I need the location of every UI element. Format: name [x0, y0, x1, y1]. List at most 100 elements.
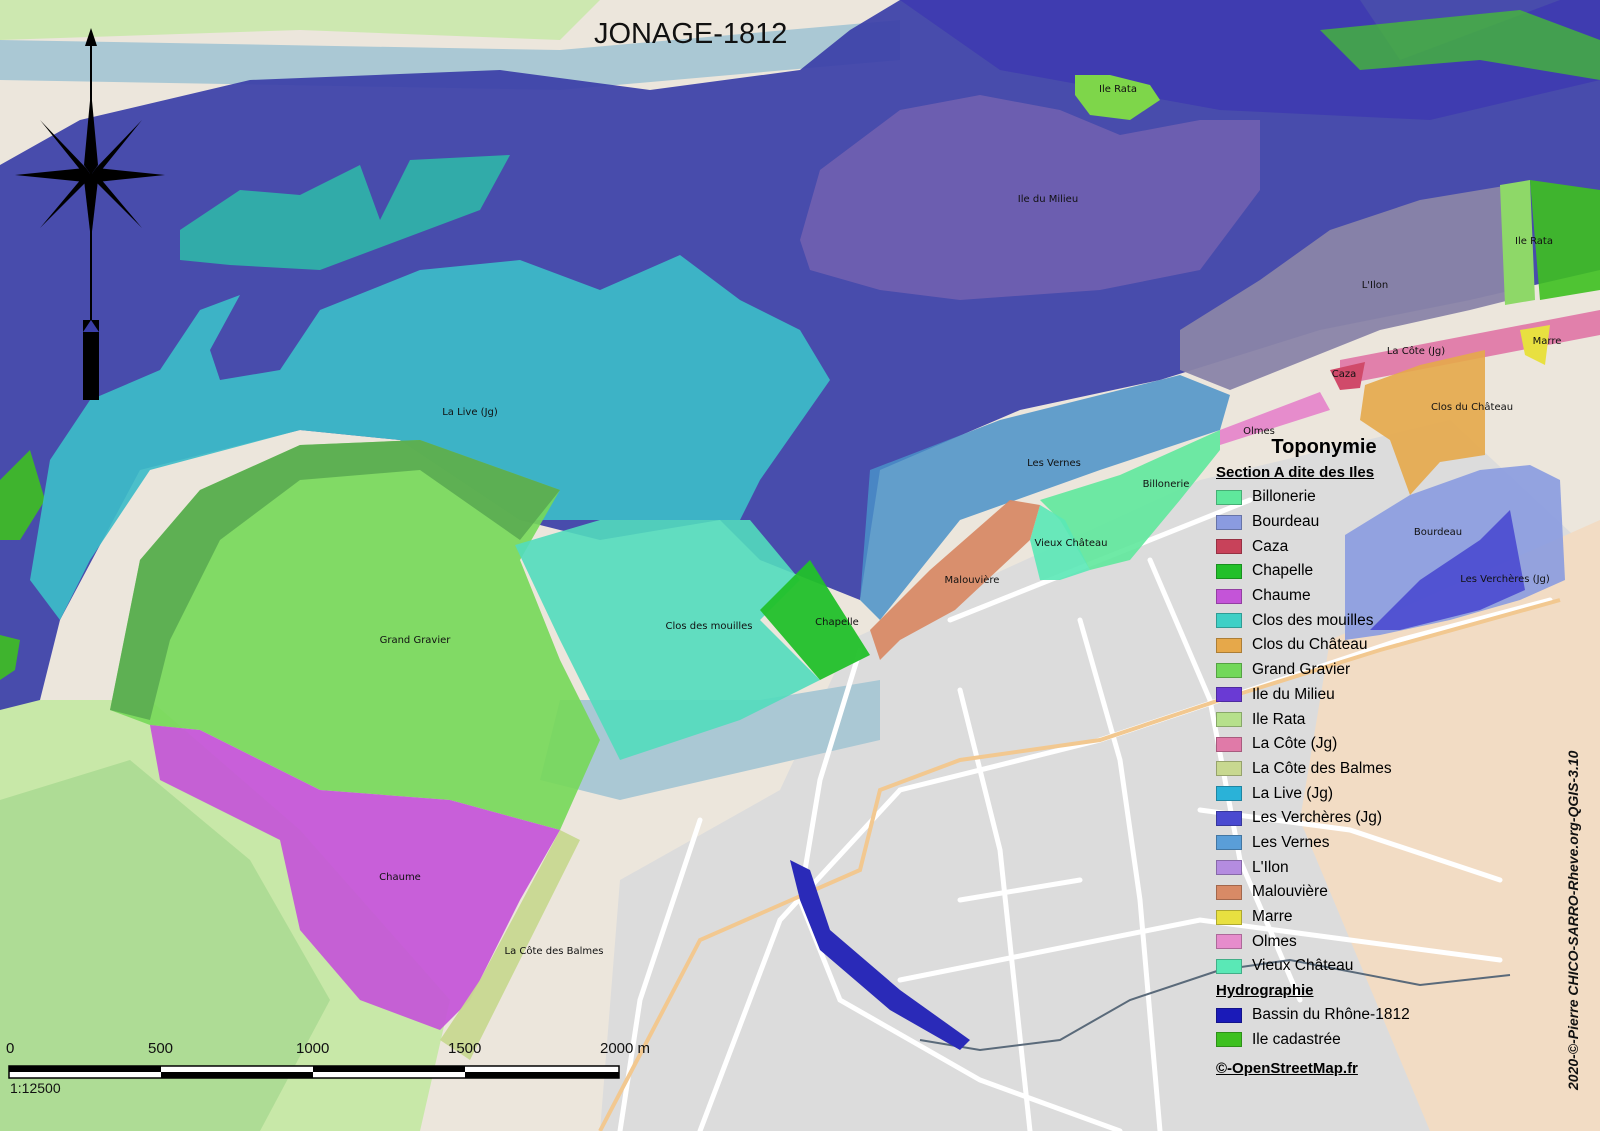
legend-swatch — [1216, 1007, 1242, 1023]
legend-item: Chapelle — [1214, 559, 1464, 584]
label-clos-des-mouilles: Clos des mouilles — [665, 621, 752, 632]
legend-item: La Live (Jg) — [1214, 781, 1464, 806]
legend-swatch — [1216, 884, 1242, 900]
legend-item-label: Clos des mouilles — [1252, 611, 1374, 629]
legend-item-label: Marre — [1252, 908, 1293, 926]
legend-item: Ile cadastrée — [1214, 1027, 1464, 1052]
scale-bar — [8, 1065, 620, 1079]
legend-item: Les Verchères (Jg) — [1214, 806, 1464, 831]
label-ile-du-milieu: Ile du Milieu — [1018, 194, 1078, 205]
legend-item: La Côte (Jg) — [1214, 732, 1464, 757]
legend-swatch — [1216, 613, 1242, 629]
scale-tick-1000: 1000 — [296, 1040, 330, 1057]
legend-source[interactable]: ©-OpenStreetMap.fr — [1216, 1060, 1464, 1077]
legend-item-label: Bassin du Rhône-1812 — [1252, 1006, 1410, 1024]
legend-item-label: Vieux Château — [1252, 957, 1354, 975]
label-vieux-chateau: Vieux Château — [1035, 537, 1108, 549]
legend-swatch — [1216, 835, 1242, 851]
legend-item: Caza — [1214, 534, 1464, 559]
label-les-vernes: Les Vernes — [1027, 458, 1081, 469]
label-ile-rata-east: Ile Rata — [1515, 236, 1553, 247]
legend-item-label: Olmes — [1252, 932, 1297, 950]
legend-swatch — [1216, 687, 1242, 703]
label-grand-gravier: Grand Gravier — [380, 635, 452, 646]
legend-section-heading: Section A dite des Iles — [1216, 464, 1375, 481]
label-chapelle: Chapelle — [815, 617, 859, 628]
legend-item-label: La Côte des Balmes — [1252, 759, 1392, 777]
legend-item-label: Malouvière — [1252, 883, 1328, 901]
map-canvas: Ile Rata Ile du Milieu Ile Rata L'Ilon M… — [0, 0, 1600, 1131]
legend-item-label: Billonerie — [1252, 488, 1316, 506]
legend-swatch — [1216, 736, 1242, 752]
legend-item: Clos du Château — [1214, 633, 1464, 658]
legend-item-label: Ile Rata — [1252, 710, 1306, 728]
legend-swatch — [1216, 662, 1242, 678]
label-la-cote-des-balmes: La Côte des Balmes — [505, 945, 604, 957]
legend-item-label: Ile du Milieu — [1252, 685, 1335, 703]
legend-item: La Côte des Balmes — [1214, 757, 1464, 782]
legend-swatch — [1216, 637, 1242, 653]
legend-swatch — [1216, 489, 1242, 505]
legend-item-label: Ile cadastrée — [1252, 1030, 1341, 1048]
scale-tick-500: 500 — [148, 1040, 174, 1057]
label-marre: Marre — [1533, 336, 1562, 347]
map-title: JONAGE-1812 — [594, 18, 788, 50]
legend-item-label: Les Vernes — [1252, 833, 1330, 851]
label-billonerie: Billonerie — [1143, 479, 1190, 490]
legend-item: L'Ilon — [1214, 855, 1464, 880]
legend-item: Chaume — [1214, 584, 1464, 609]
legend-item: Clos des mouilles — [1214, 608, 1464, 633]
legend-swatch — [1216, 1032, 1242, 1048]
label-ile-rata: Ile Rata — [1099, 84, 1137, 95]
label-l-ilon: L'Ilon — [1362, 280, 1389, 291]
legend-item: Billonerie — [1214, 485, 1464, 510]
legend-swatch — [1216, 514, 1242, 530]
label-malouviere: Malouvière — [945, 574, 1000, 586]
legend-item-label: La Côte (Jg) — [1252, 735, 1338, 753]
legend-item-label: La Live (Jg) — [1252, 784, 1333, 802]
label-chaume: Chaume — [379, 872, 421, 883]
scale-tick-0: 0 — [6, 1040, 15, 1057]
legend-item: Vieux Château — [1214, 954, 1464, 979]
legend-swatch — [1216, 761, 1242, 777]
legend-swatch — [1216, 860, 1242, 876]
legend-swatch — [1216, 934, 1242, 950]
legend-hydro-items: Bassin du Rhône-1812 Ile cadastrée — [1214, 1003, 1464, 1052]
legend-item: Bourdeau — [1214, 510, 1464, 535]
legend-swatch — [1216, 563, 1242, 579]
legend-item: Ile Rata — [1214, 707, 1464, 732]
legend-item: Marre — [1214, 905, 1464, 930]
legend-swatch — [1216, 786, 1242, 802]
label-la-live: La Live (Jg) — [442, 407, 498, 418]
legend: Toponymie Section A dite des Iles Billon… — [1214, 436, 1464, 1077]
legend-swatch — [1216, 810, 1242, 826]
legend-item-label: Grand Gravier — [1252, 661, 1351, 679]
legend-swatch — [1216, 909, 1242, 925]
scale-tick-1500: 1500 — [448, 1040, 482, 1057]
legend-item-label: L'Ilon — [1252, 858, 1289, 876]
label-caza: Caza — [1332, 369, 1357, 380]
scale-ratio: 1:12500 — [10, 1080, 61, 1096]
legend-swatch — [1216, 712, 1242, 728]
label-la-cote: La Côte (Jg) — [1387, 345, 1445, 357]
legend-item-label: Bourdeau — [1252, 513, 1320, 531]
legend-item: Olmes — [1214, 929, 1464, 954]
legend-item-label: Caza — [1252, 537, 1289, 555]
label-clos-du-chateau: Clos du Château — [1431, 401, 1513, 413]
legend-item-label: Chaume — [1252, 587, 1311, 605]
legend-swatch — [1216, 588, 1242, 604]
legend-item-label: Les Verchères (Jg) — [1252, 809, 1383, 827]
legend-item: Bassin du Rhône-1812 — [1214, 1003, 1464, 1028]
label-les-vercheres: Les Verchères (Jg) — [1460, 573, 1550, 585]
legend-item: Grand Gravier — [1214, 658, 1464, 683]
legend-item: Ile du Milieu — [1214, 683, 1464, 708]
legend-swatch — [1216, 539, 1242, 555]
legend-item-label: Chapelle — [1252, 562, 1314, 580]
legend-item: Malouvière — [1214, 880, 1464, 905]
legend-title: Toponymie — [1271, 436, 1377, 458]
legend-swatch — [1216, 958, 1242, 974]
credit-text: 2020-©-Pierre CHICO-SARRO-Rheve.org-QGIS… — [1565, 750, 1581, 1090]
legend-item: Les Vernes — [1214, 831, 1464, 856]
legend-section-items: Billonerie Bourdeau Caza Chapelle Chaume Clos… — [1214, 485, 1464, 979]
scale-tick-2000: 2000 m — [600, 1040, 651, 1057]
